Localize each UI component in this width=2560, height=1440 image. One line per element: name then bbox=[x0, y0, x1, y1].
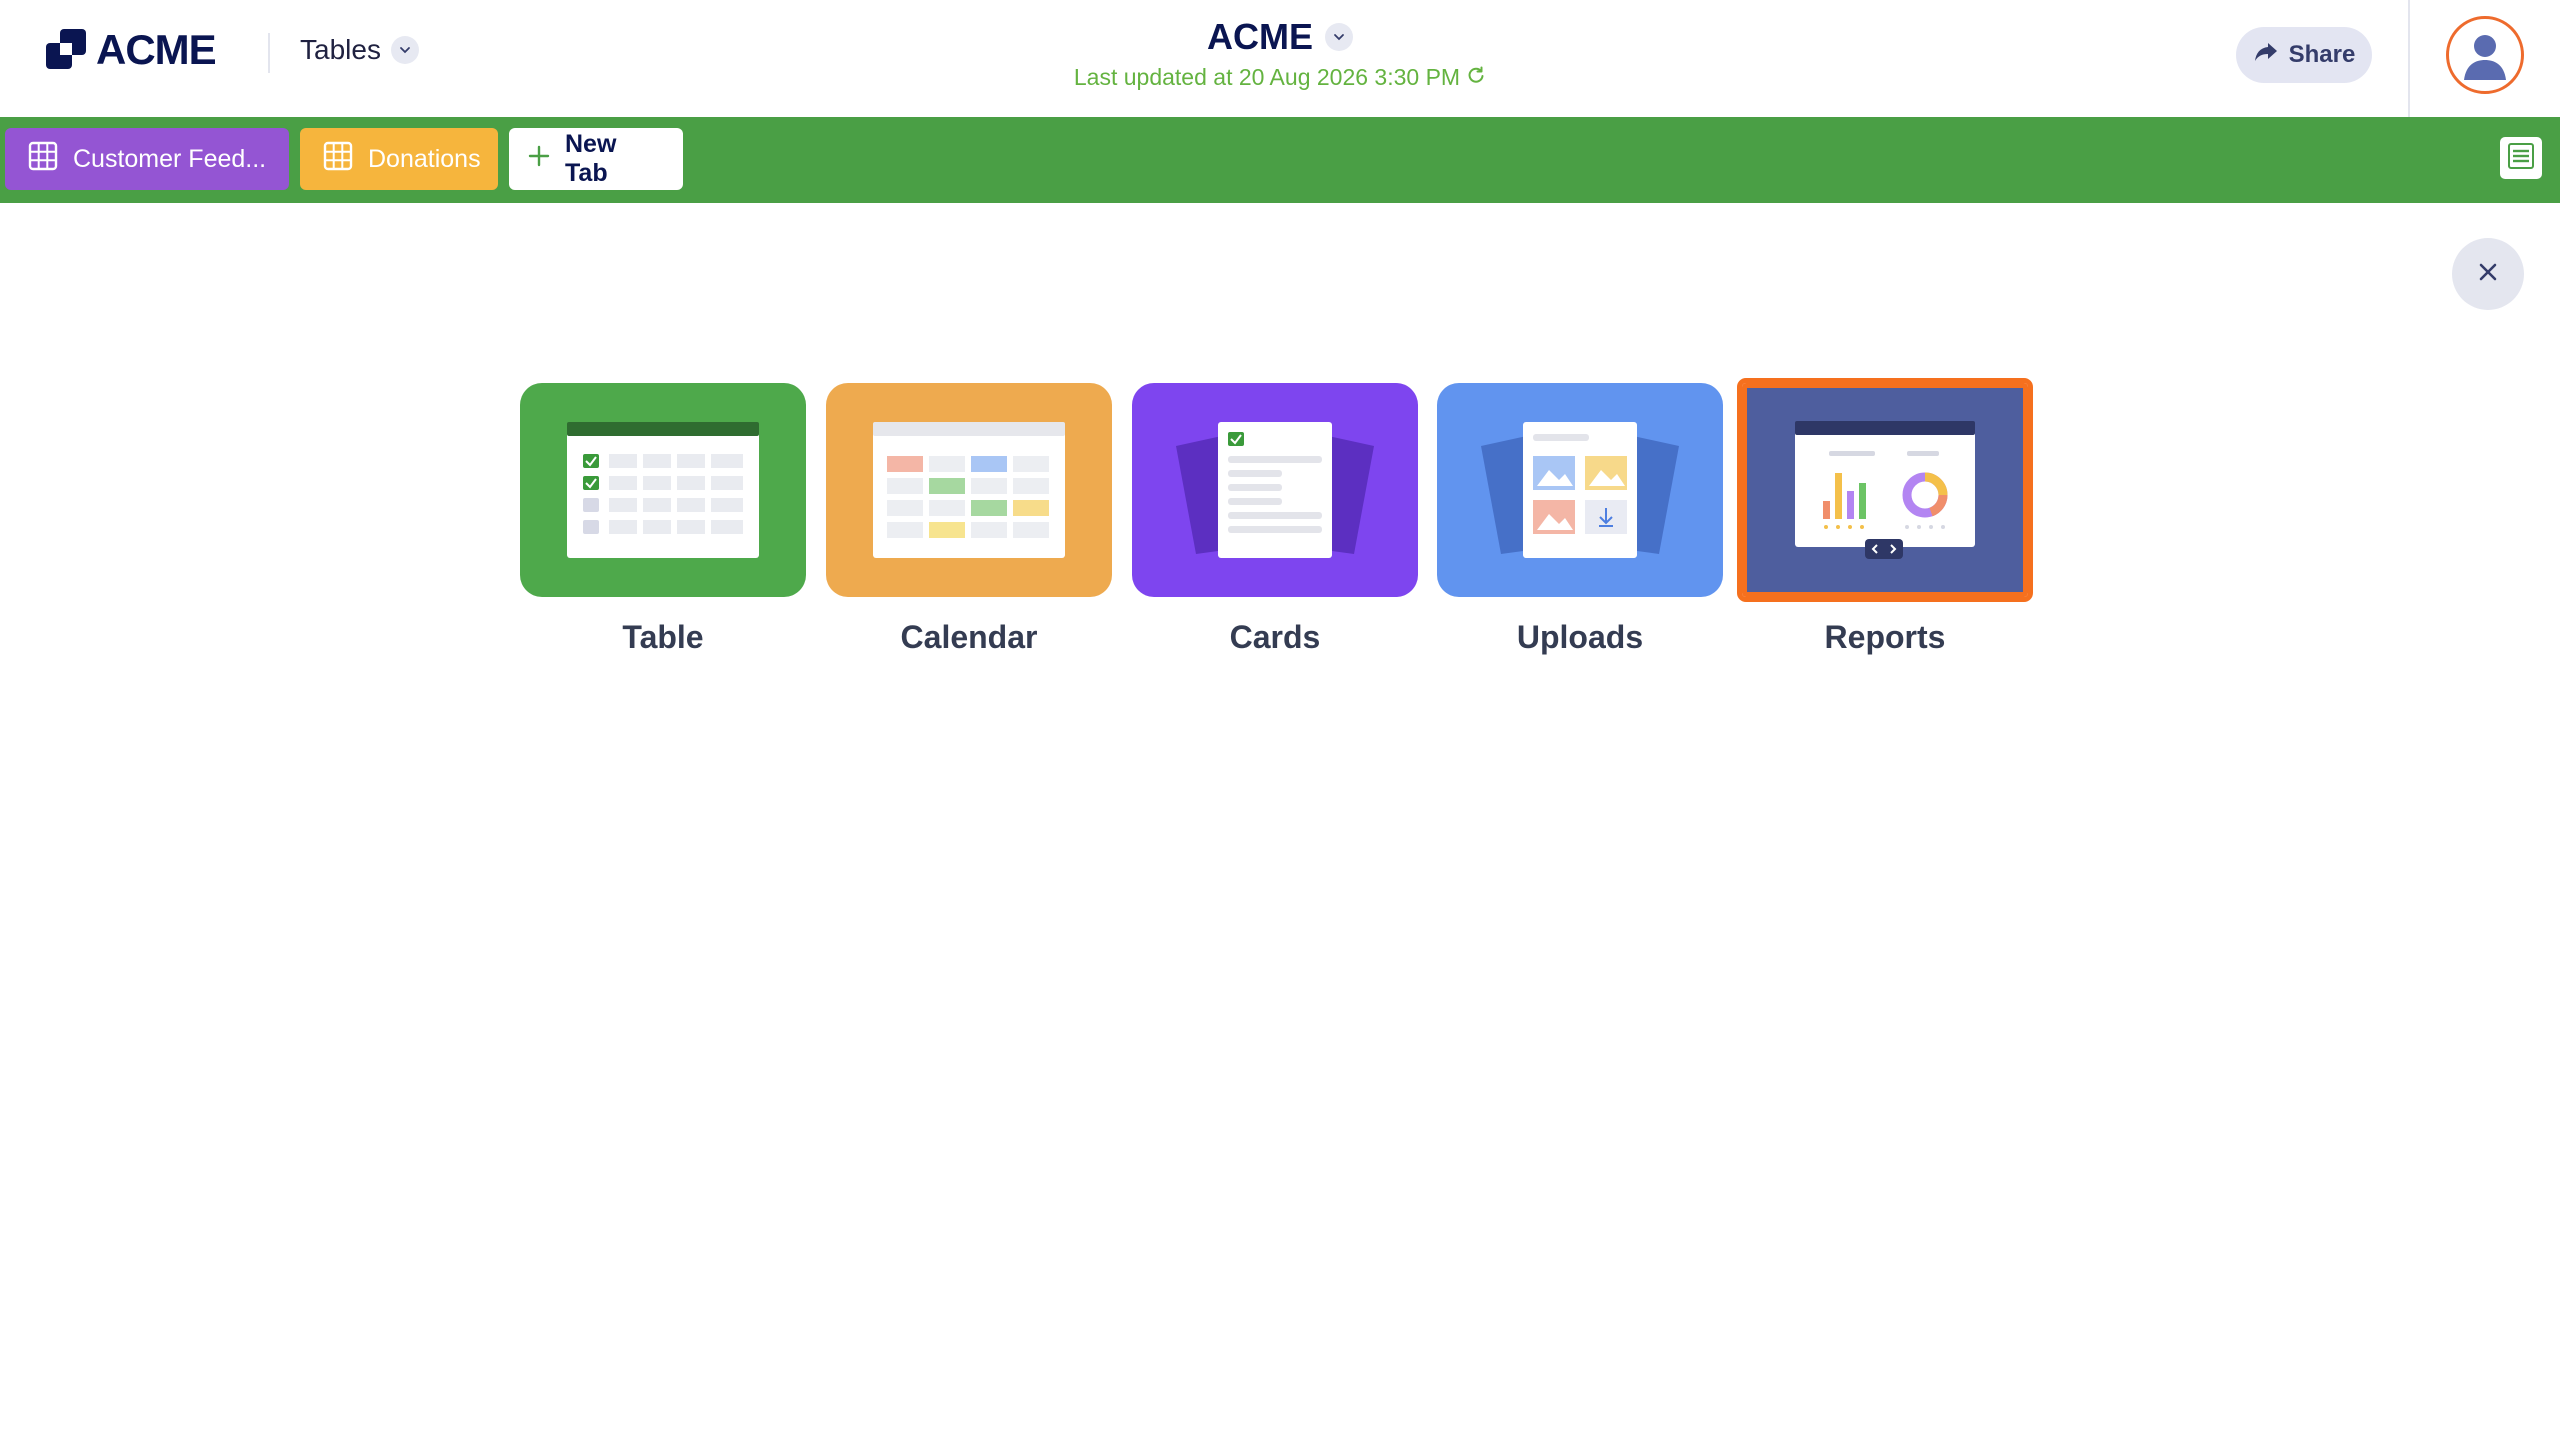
logo-text: ACME bbox=[96, 26, 217, 73]
uploads-preview-icon bbox=[1481, 422, 1679, 558]
grid-icon bbox=[322, 140, 354, 179]
avatar[interactable] bbox=[2446, 16, 2524, 94]
product-switcher-label: Tables bbox=[300, 34, 381, 65]
view-option-label: Uploads bbox=[1516, 619, 1644, 655]
view-option-uploads[interactable]: Uploads bbox=[1437, 383, 1723, 656]
cards-view-card[interactable] bbox=[1132, 383, 1418, 597]
calendar-preview-icon bbox=[873, 422, 1065, 558]
view-option-label: Table bbox=[622, 619, 704, 655]
header-divider bbox=[268, 33, 270, 73]
new-tab-button[interactable]: New Tab bbox=[509, 128, 683, 190]
user-avatar-icon bbox=[2452, 22, 2518, 88]
tab-donations[interactable]: Donations bbox=[300, 128, 498, 190]
product-switcher[interactable]: Tables bbox=[300, 34, 419, 66]
refresh-icon[interactable] bbox=[1466, 64, 1486, 91]
reports-view-card[interactable] bbox=[1737, 378, 2033, 602]
share-label: Share bbox=[2288, 41, 2356, 68]
calendar-view-card[interactable] bbox=[826, 383, 1112, 597]
title-block: ACME Last updated at 20 Aug 2026 3:30 PM bbox=[1000, 16, 1560, 91]
view-option-cards[interactable]: Cards bbox=[1132, 383, 1418, 656]
view-option-label: Calendar bbox=[900, 619, 1038, 655]
uploads-view-card[interactable] bbox=[1437, 383, 1723, 597]
header-vertical-divider bbox=[2408, 0, 2410, 117]
page-title[interactable]: ACME bbox=[1207, 16, 1313, 58]
tab-bar: Customer Feed... Donations New Tab bbox=[0, 117, 2560, 203]
view-option-table[interactable]: Table bbox=[520, 383, 806, 656]
new-tab-label: New Tab bbox=[565, 130, 617, 187]
last-updated-text: Last updated at 20 Aug 2026 3:30 PM bbox=[1073, 64, 1461, 90]
close-icon bbox=[2476, 260, 2500, 289]
view-option-reports[interactable]: Reports bbox=[1737, 378, 2033, 656]
top-header: ACME Tables ACME Last updated at 20 Aug … bbox=[0, 0, 2560, 117]
view-option-label: Reports bbox=[1824, 619, 1946, 655]
tab-label: Donations bbox=[368, 144, 481, 173]
table-preview-icon bbox=[567, 422, 759, 558]
grid-icon bbox=[27, 140, 59, 179]
view-option-label: Cards bbox=[1229, 619, 1321, 655]
chevron-down-icon bbox=[390, 36, 419, 64]
last-updated-status: Last updated at 20 Aug 2026 3:30 PM bbox=[1000, 64, 1560, 91]
cards-preview-icon bbox=[1176, 422, 1374, 558]
tab-customer-feedback[interactable]: Customer Feed... bbox=[5, 128, 289, 190]
close-button[interactable] bbox=[2452, 238, 2524, 310]
plus-icon bbox=[527, 144, 551, 175]
tab-label: Customer Feed... bbox=[73, 144, 267, 173]
title-chevron-down-icon[interactable] bbox=[1325, 23, 1353, 51]
table-view-card[interactable] bbox=[520, 383, 806, 597]
hamburger-menu-icon bbox=[2506, 141, 2536, 176]
view-option-calendar[interactable]: Calendar bbox=[826, 383, 1112, 656]
reports-preview-icon bbox=[1795, 421, 1975, 559]
share-button[interactable]: Share bbox=[2236, 27, 2372, 83]
tab-menu-button[interactable] bbox=[2500, 137, 2542, 179]
logo-mark-icon bbox=[44, 27, 90, 73]
share-arrow-icon bbox=[2253, 40, 2279, 71]
acme-logo[interactable]: ACME bbox=[44, 26, 217, 74]
